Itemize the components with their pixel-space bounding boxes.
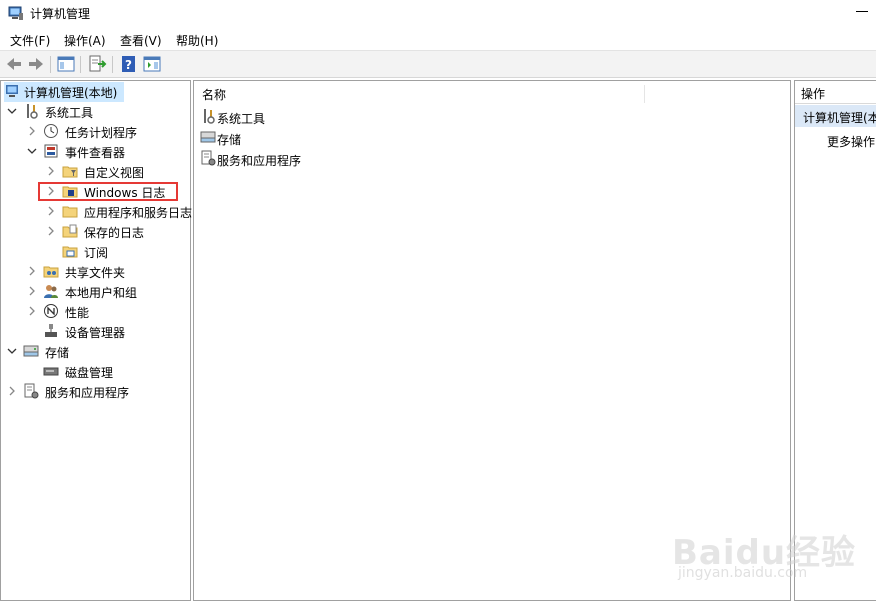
toolbar-separator — [112, 56, 113, 73]
toolbar-separator — [80, 56, 81, 73]
tree-item-subscriptions[interactable]: 订阅 — [1, 242, 191, 262]
users-icon — [44, 285, 58, 298]
svg-text:?: ? — [125, 58, 132, 72]
chevron-right-icon[interactable] — [26, 305, 38, 317]
chevron-right-icon[interactable] — [26, 265, 38, 277]
chevron-right-icon[interactable] — [26, 125, 38, 137]
performance-icon — [44, 304, 58, 318]
title-bar: 计算机管理 — [0, 0, 876, 28]
annotation-highlight-box — [38, 182, 178, 201]
show-hide-tree-icon[interactable] — [56, 54, 76, 74]
menu-help[interactable]: 帮助(H) — [176, 32, 218, 49]
show-hide-action-pane-icon[interactable] — [142, 54, 162, 74]
chevron-down-icon[interactable] — [6, 345, 18, 357]
clock-icon — [44, 124, 58, 138]
tools-icon — [204, 109, 215, 124]
computer-management-icon — [6, 85, 18, 97]
tree-item-local-users-groups[interactable]: 本地用户和组 — [1, 282, 191, 302]
disk-icon — [43, 367, 59, 376]
export-list-icon[interactable] — [87, 54, 107, 74]
tree-item-device-manager[interactable]: 设备管理器 — [1, 322, 191, 342]
storage-icon — [23, 345, 39, 357]
toolbar: ? — [0, 50, 876, 78]
chevron-down-icon[interactable] — [26, 145, 38, 157]
action-pane-header: 操作 — [795, 81, 876, 104]
help-icon[interactable]: ? — [119, 54, 139, 74]
shared-folder-icon — [43, 266, 59, 278]
tree-item-task-scheduler[interactable]: 任务计划程序 — [1, 122, 191, 142]
event-viewer-icon — [44, 144, 58, 158]
window-title: 计算机管理 — [30, 7, 91, 21]
chevron-right-icon[interactable] — [26, 285, 38, 297]
computer-management-icon — [8, 6, 23, 20]
column-divider[interactable] — [644, 85, 645, 103]
tree-item-services-apps[interactable]: 服务和应用程序 — [1, 382, 191, 402]
menu-bar: 文件(F) 操作(A) 查看(V) 帮助(H) — [0, 28, 876, 50]
chevron-right-icon[interactable] — [45, 165, 57, 177]
tree-item-event-viewer[interactable]: 事件查看器 — [1, 142, 191, 162]
tools-icon — [27, 104, 38, 119]
chevron-right-icon[interactable] — [45, 225, 57, 237]
device-manager-icon — [45, 324, 57, 337]
tree-item-saved-logs[interactable]: 保存的日志 — [1, 222, 191, 242]
tree-item-custom-views[interactable]: 自定义视图 — [1, 162, 191, 182]
chevron-right-icon[interactable] — [6, 385, 18, 397]
tree-item-disk-management[interactable]: 磁盘管理 — [1, 362, 191, 382]
tree-item-app-service-logs[interactable]: 应用程序和服务日志 — [1, 202, 192, 222]
chevron-right-icon[interactable] — [45, 205, 57, 217]
toolbar-separator — [50, 56, 51, 73]
services-icon — [201, 150, 216, 166]
folder-filter-icon — [62, 166, 78, 178]
action-group-computer-management[interactable]: 计算机管理(本 — [795, 105, 876, 127]
folder-icon — [62, 206, 78, 218]
back-arrow-icon[interactable] — [4, 54, 24, 74]
folder-saved-icon — [62, 224, 78, 238]
tree-item-shared-folders[interactable]: 共享文件夹 — [1, 262, 191, 282]
storage-icon — [200, 131, 216, 143]
menu-file[interactable]: 文件(F) — [10, 32, 50, 49]
more-actions-link[interactable]: 更多操作 — [827, 133, 875, 150]
minimize-button[interactable] — [852, 2, 872, 22]
tree-item-computer-management[interactable]: 计算机管理(本地) — [4, 82, 124, 102]
services-icon — [24, 383, 39, 399]
navigation-tree-pane: 计算机管理(本地) 系统工具 任务计划程序 事件查看器 自定义视图 Window… — [0, 80, 192, 601]
forward-arrow-icon[interactable] — [26, 54, 46, 74]
tree-item-storage[interactable]: 存储 — [1, 342, 191, 362]
tree-item-performance[interactable]: 性能 — [1, 302, 191, 322]
menu-action[interactable]: 操作(A) — [64, 32, 106, 49]
tree-item-system-tools[interactable]: 系统工具 — [1, 102, 191, 122]
baidu-watermark: Baidu经验 jingyan.baidu.com — [672, 533, 857, 581]
subscription-icon — [62, 246, 78, 258]
menu-view[interactable]: 查看(V) — [120, 32, 162, 49]
column-header-name[interactable]: 名称 — [194, 81, 790, 106]
chevron-down-icon[interactable] — [6, 105, 18, 117]
